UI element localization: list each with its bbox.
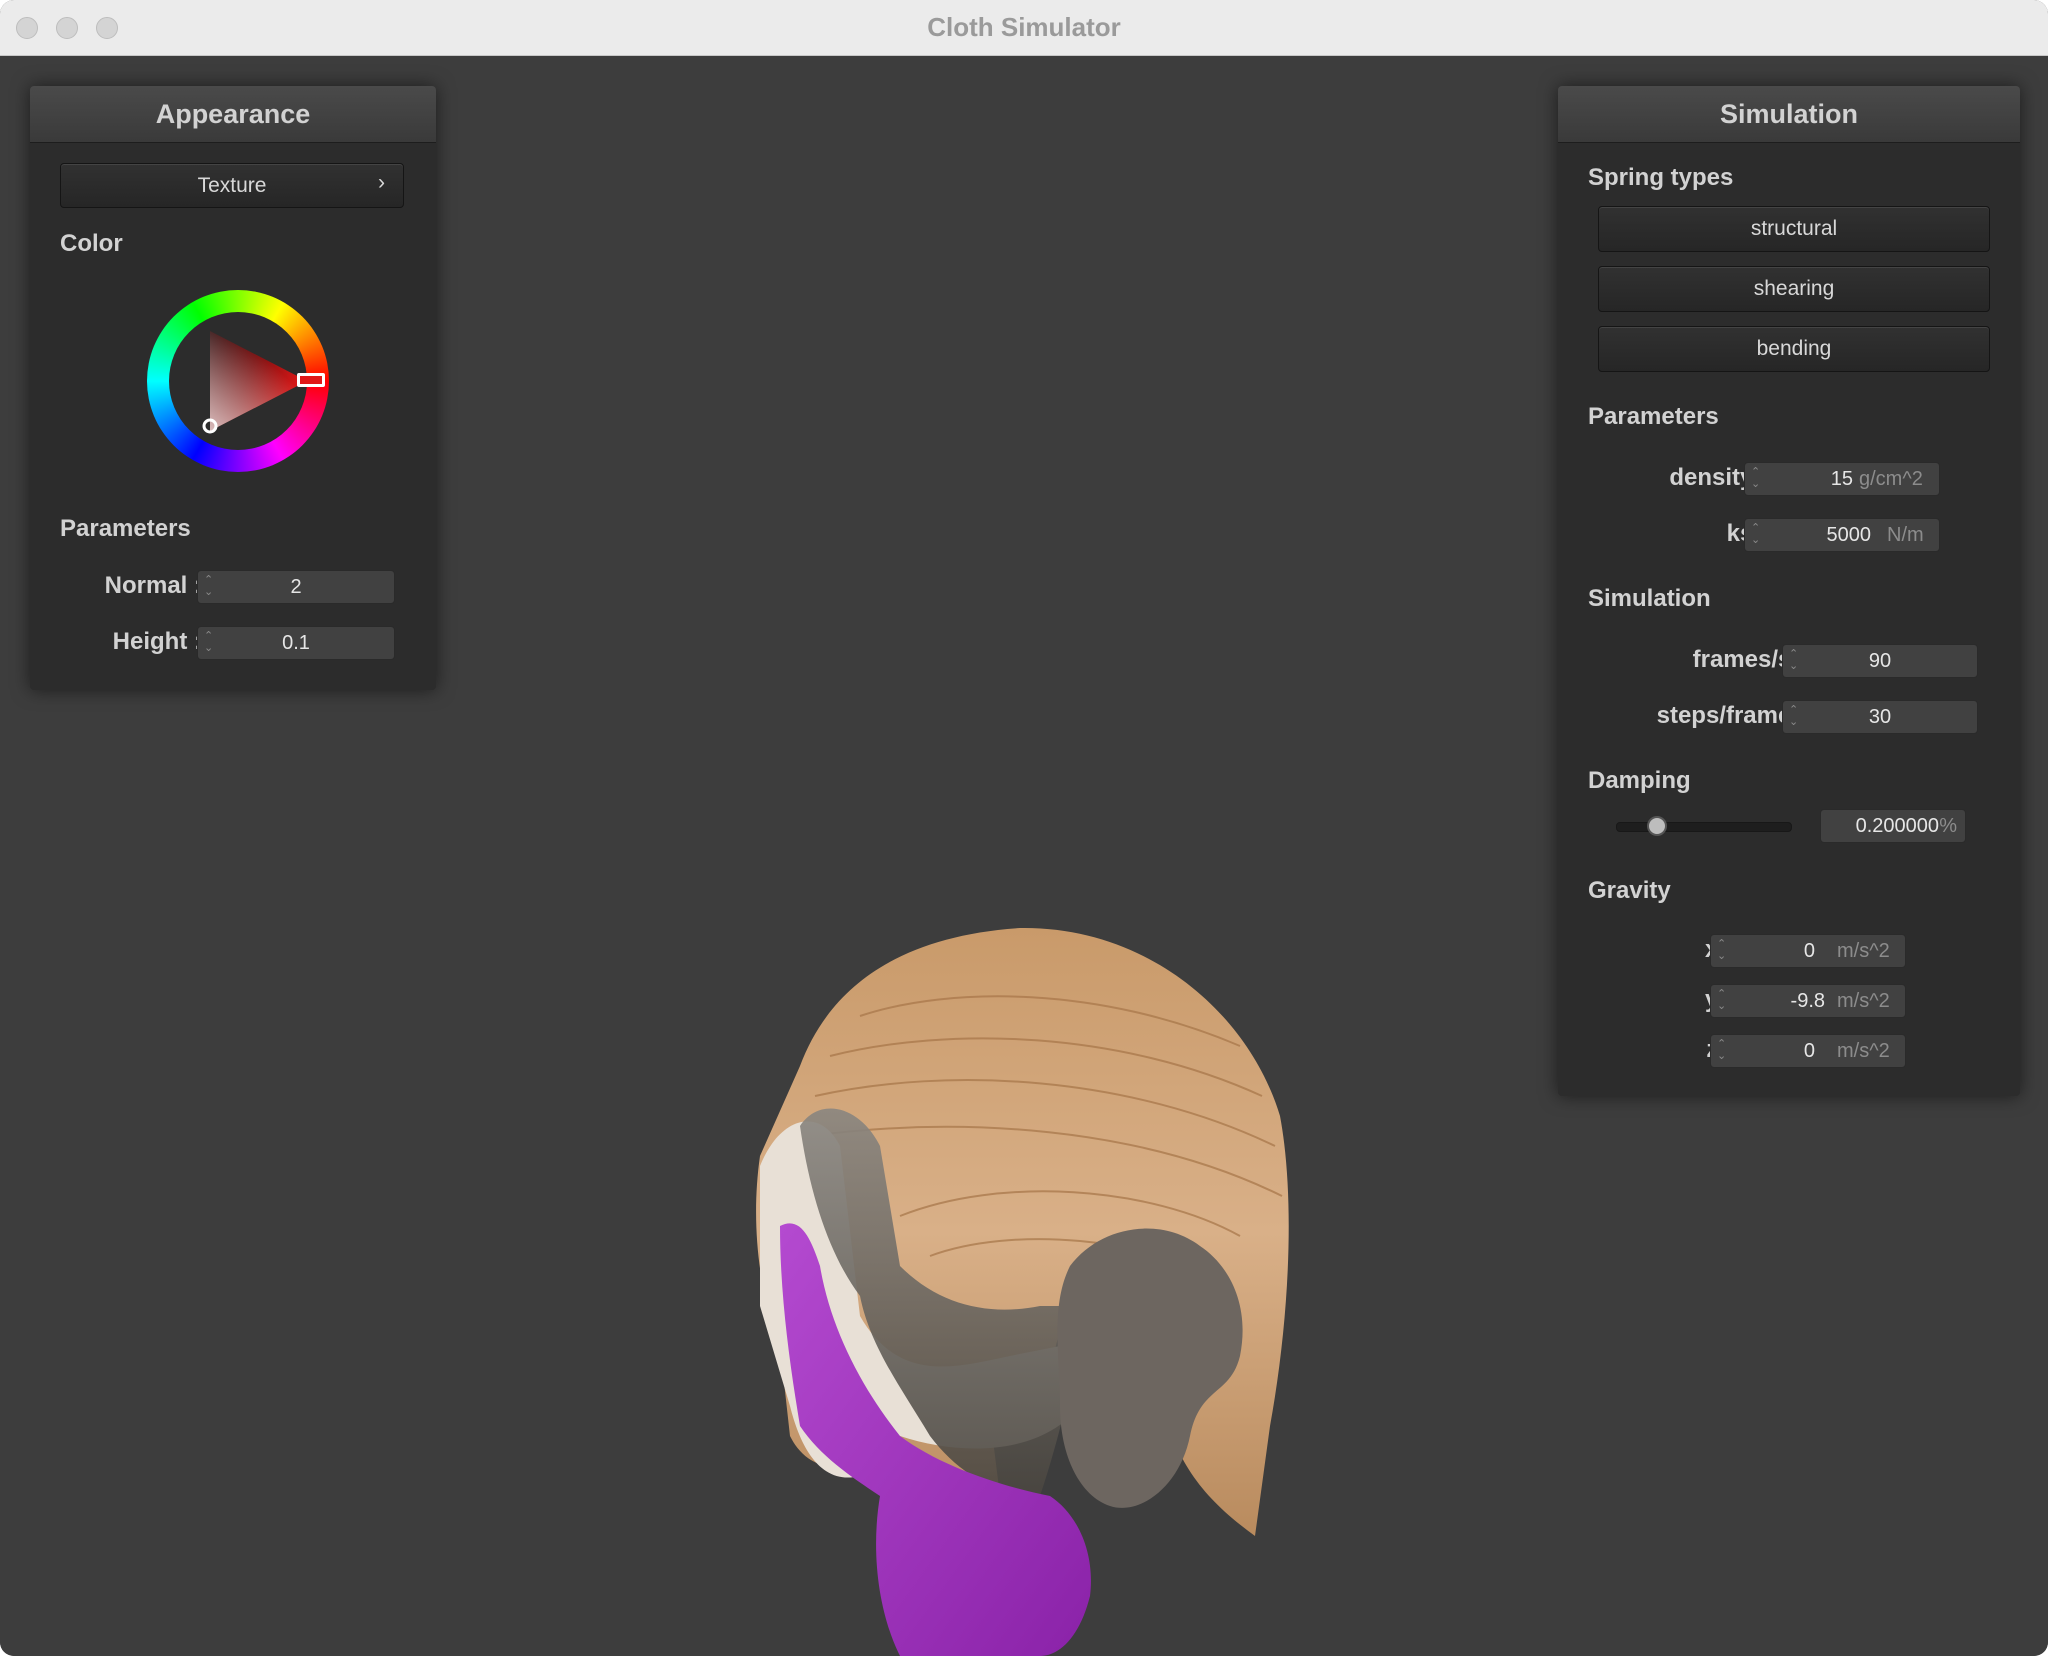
damping-input[interactable]: 0.200000 % — [1820, 809, 1966, 843]
steps-label: steps/frame : — [1656, 702, 1806, 729]
ks-value: 5000 — [1826, 524, 1872, 546]
damping-label: Damping — [1588, 767, 1691, 794]
gravity-y-input[interactable]: ⌃ ⌄ -9.8 m/s^2 — [1710, 984, 1906, 1018]
gravity-z-input[interactable]: ⌃ ⌄ 0 m/s^2 — [1710, 1034, 1906, 1068]
texture-button-label: Texture — [197, 174, 267, 197]
steps-value: 30 — [1868, 706, 1892, 728]
damping-slider[interactable] — [1616, 816, 1792, 836]
height-value: 0.1 — [282, 632, 310, 654]
hue-handle[interactable] — [297, 373, 325, 387]
appearance-panel: Appearance Texture › Color Parameters No… — [30, 86, 436, 690]
structural-button[interactable]: structural — [1598, 206, 1990, 252]
spin-arrows-icon[interactable]: ⌃ ⌄ — [1751, 522, 1763, 548]
fps-input[interactable]: ⌃ ⌄ 90 — [1782, 644, 1978, 678]
gravity-y-unit: m/s^2 — [1837, 990, 1890, 1012]
ks-unit: N/m — [1887, 524, 1924, 546]
ks-label: ks : — [1726, 520, 1768, 547]
gravity-z-value: 0 — [1803, 1040, 1815, 1062]
height-input[interactable]: ⌃ ⌄ 0.1 — [197, 626, 395, 660]
gravity-y-value: -9.8 — [1790, 990, 1825, 1012]
chevron-right-icon: › — [378, 171, 385, 194]
damping-unit: % — [1939, 815, 1957, 837]
height-label: Height : — [112, 628, 202, 655]
spin-arrows-icon[interactable]: ⌃ ⌄ — [1717, 988, 1729, 1014]
color-wheel[interactable] — [147, 290, 329, 472]
window-title: Cloth Simulator — [927, 12, 1121, 42]
spring-types-label: Spring types — [1588, 164, 1734, 191]
normal-label: Normal : — [104, 572, 202, 599]
gravity-label: Gravity — [1588, 877, 1671, 904]
spin-arrows-icon[interactable]: ⌃ ⌄ — [1717, 1038, 1729, 1064]
normal-value: 2 — [290, 576, 302, 598]
app-window: Cloth Simulator Appearance Texture › Col… — [0, 0, 2048, 1656]
color-label: Color — [60, 230, 123, 257]
simulation-parameters-label: Parameters — [1588, 403, 1719, 430]
gravity-z-unit: m/s^2 — [1837, 1040, 1890, 1062]
normal-input[interactable]: ⌃ ⌄ 2 — [197, 570, 395, 604]
damping-slider-knob[interactable] — [1647, 816, 1668, 836]
fps-value: 90 — [1868, 650, 1892, 672]
title-bar: Cloth Simulator — [0, 0, 2048, 56]
steps-input[interactable]: ⌃ ⌄ 30 — [1782, 700, 1978, 734]
density-value: 15 — [1830, 468, 1853, 490]
texture-button[interactable]: Texture › — [60, 163, 404, 208]
density-unit: g/cm^2 — [1859, 468, 1923, 490]
ks-input[interactable]: ⌃ ⌄ 5000 N/m — [1744, 518, 1940, 552]
simulation-panel-title: Simulation — [1558, 86, 2020, 143]
shearing-button[interactable]: shearing — [1598, 266, 1990, 312]
fps-label: frames/s : — [1692, 646, 1806, 673]
density-label: density : — [1669, 464, 1768, 491]
density-input[interactable]: ⌃ ⌄ 15 g/cm^2 — [1744, 462, 1940, 496]
appearance-panel-title: Appearance — [30, 86, 436, 143]
appearance-parameters-label: Parameters — [60, 515, 191, 542]
damping-slider-track — [1616, 822, 1792, 832]
simulation-section-label: Simulation — [1588, 585, 1711, 612]
bending-button[interactable]: bending — [1598, 326, 1990, 372]
simulation-panel: Simulation Spring types structural shear… — [1558, 86, 2020, 1096]
damping-value: 0.200000 — [1855, 815, 1939, 837]
3d-viewport[interactable]: Appearance Texture › Color Parameters No… — [0, 56, 2048, 1656]
gravity-x-unit: m/s^2 — [1837, 940, 1890, 962]
gravity-x-input[interactable]: ⌃ ⌄ 0 m/s^2 — [1710, 934, 1906, 968]
spin-arrows-icon[interactable]: ⌃ ⌄ — [1751, 466, 1763, 492]
spin-arrows-icon[interactable]: ⌃ ⌄ — [1717, 938, 1729, 964]
gravity-x-value: 0 — [1803, 940, 1815, 962]
